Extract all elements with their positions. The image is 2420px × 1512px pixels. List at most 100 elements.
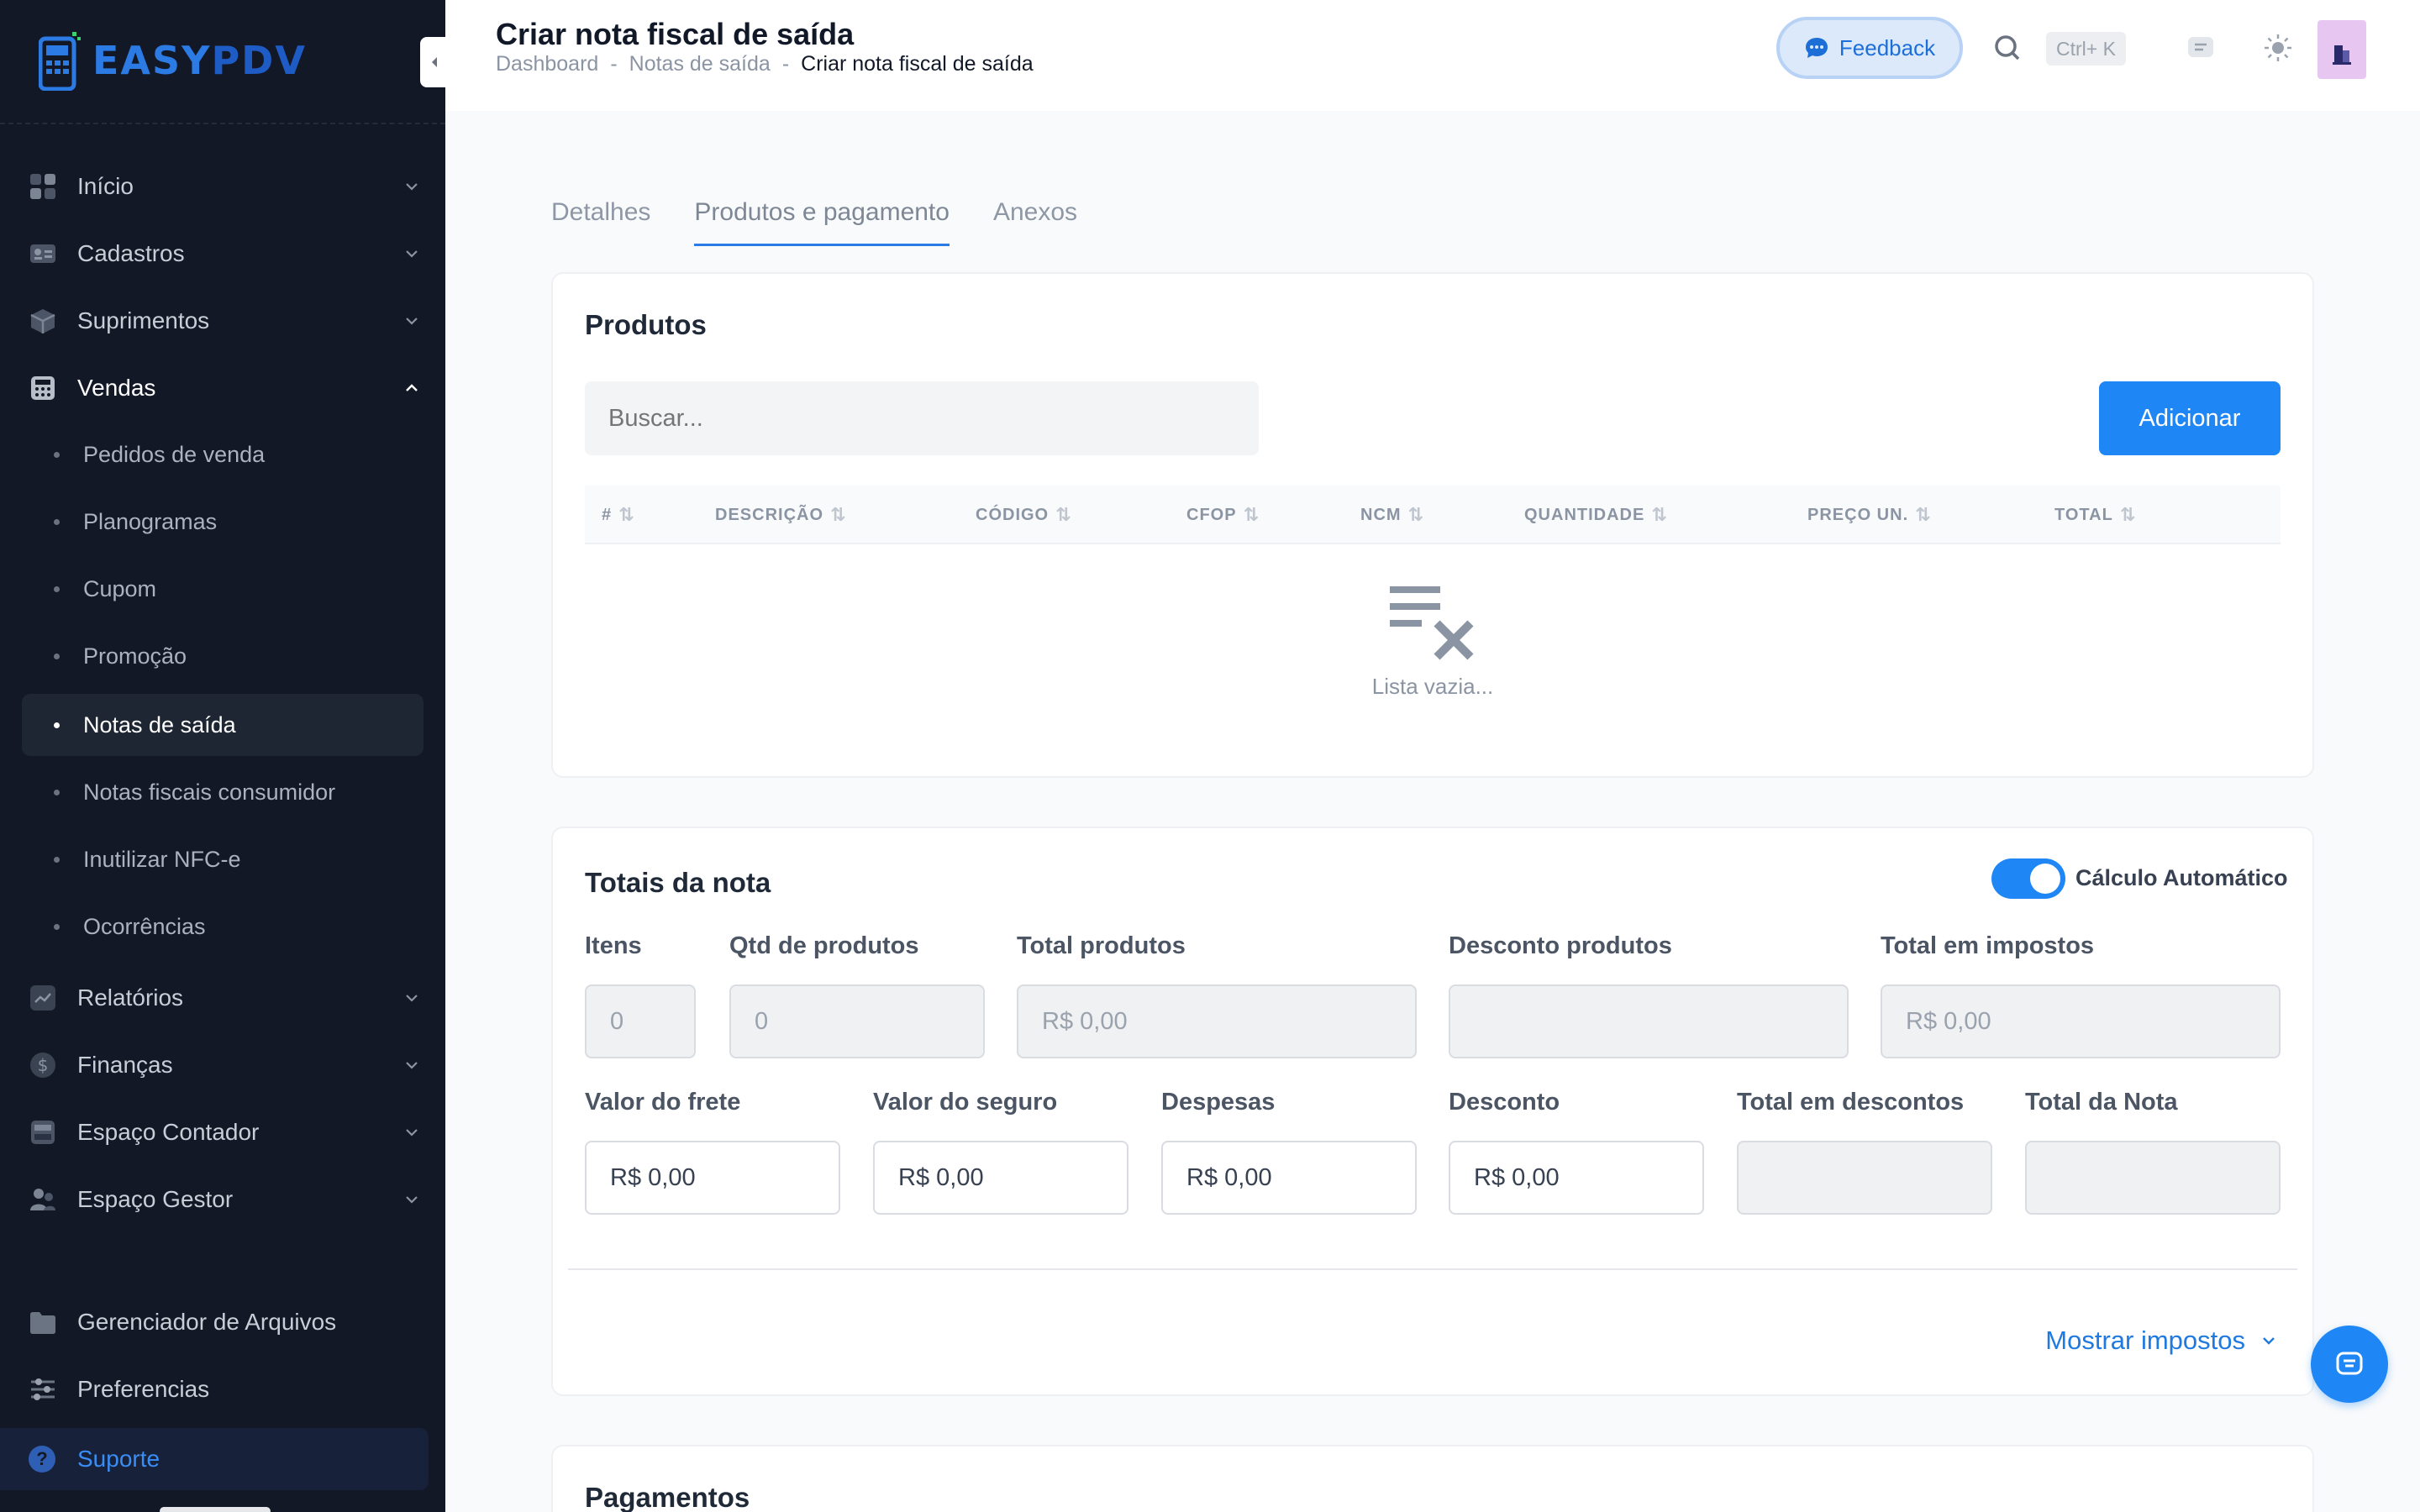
dollar-icon: $ (29, 1051, 57, 1079)
sidebar-subitem-notas-fiscais-consumidor[interactable]: Notas fiscais consumidor (22, 761, 424, 823)
column-header-total[interactable]: TOTAL ⇅ (2054, 504, 2136, 526)
totals-title: Totais da nota (585, 867, 771, 898)
field-label-valor-frete: Valor do frete (585, 1089, 741, 1116)
bullet-icon (54, 722, 60, 728)
sidebar-subitem-label: Notas de saída (83, 711, 236, 738)
column-header-label: DESCRIÇÃO (715, 505, 824, 524)
support-chat-button[interactable] (2311, 1326, 2388, 1403)
column-header-ncm[interactable]: NCM ⇅ (1360, 504, 1424, 526)
store-logo-icon (2333, 45, 2351, 65)
chevron-down-icon (406, 1129, 418, 1137)
column-header-preco-un[interactable]: PREÇO UN. ⇅ (1807, 504, 1932, 526)
sidebar-item-suporte[interactable]: ? Suporte (0, 1428, 429, 1490)
field-label-total-descontos: Total em descontos (1737, 1089, 1965, 1116)
chevron-down-icon (406, 1196, 418, 1204)
column-header-cfop[interactable]: CFOP ⇅ (1186, 504, 1260, 526)
sidebar-item-espaco-contador[interactable]: Espaço Contador (0, 1099, 445, 1166)
sort-icon: ⇅ (1651, 504, 1668, 525)
feedback-button[interactable]: Feedback (1776, 17, 1963, 79)
tab-detalhes[interactable]: Detalhes (551, 198, 650, 246)
bullet-icon (54, 451, 60, 458)
messages-icon[interactable] (2186, 34, 2215, 62)
sidebar-item-label: Gerenciador de Arquivos (77, 1309, 337, 1335)
pos-terminal-icon (39, 32, 81, 91)
auto-calc-toggle[interactable] (1991, 858, 2065, 899)
column-header-label: NCM (1360, 505, 1402, 524)
breadcrumb-separator: - (781, 52, 790, 76)
field-label-desconto-produtos: Desconto produtos (1449, 932, 1672, 959)
caret-left-icon (432, 57, 437, 67)
sidebar-item-label: Suprimentos (77, 307, 210, 333)
field-label-total-produtos: Total produtos (1017, 932, 1186, 959)
products-title: Produtos (585, 309, 707, 340)
valor-seguro-input[interactable]: R$ 0,00 (873, 1141, 1128, 1215)
sidebar-item-inicio[interactable]: Início (0, 153, 445, 220)
despesas-input[interactable]: R$ 0,00 (1161, 1141, 1417, 1215)
column-header-label: TOTAL (2054, 505, 2113, 524)
column-header-descricao[interactable]: DESCRIÇÃO ⇅ (715, 504, 846, 526)
tab-produtos-e-pagamento[interactable]: Produtos e pagamento (694, 198, 950, 246)
sidebar-subitem-pedidos-de-venda[interactable]: Pedidos de venda (22, 423, 424, 486)
chat-icon (2336, 1352, 2363, 1375)
payments-title: Pagamentos (585, 1482, 750, 1512)
calculator-icon (29, 374, 57, 402)
bullet-icon (54, 518, 60, 525)
desconto-produtos-field (1449, 984, 1849, 1058)
app-logo[interactable]: EASYPDV (39, 30, 307, 91)
sidebar-item-gerenciador-de-arquivos[interactable]: Gerenciador de Arquivos (0, 1289, 445, 1356)
top-header: Criar nota fiscal de saída Dashboard - N… (445, 0, 2420, 111)
theme-toggle-sun-icon[interactable] (2262, 32, 2294, 64)
show-taxes-toggle[interactable]: Mostrar impostos (2045, 1326, 2279, 1356)
sidebar-subitem-label: Notas fiscais consumidor (83, 779, 336, 805)
tab-anexos[interactable]: Anexos (993, 198, 1077, 246)
user-avatar[interactable] (2317, 20, 2366, 79)
sidebar-subitem-cupom[interactable]: Cupom (22, 558, 424, 620)
sliders-icon (29, 1375, 57, 1404)
sort-icon: ⇅ (1243, 504, 1260, 525)
box-icon (29, 307, 57, 335)
add-product-button[interactable]: Adicionar (2099, 381, 2281, 455)
column-header-codigo[interactable]: CÓDIGO ⇅ (976, 504, 1072, 526)
sidebar-item-espaco-gestor[interactable]: Espaço Gestor (0, 1166, 445, 1233)
total-produtos-field: R$ 0,00 (1017, 984, 1417, 1058)
column-header-label: PREÇO UN. (1807, 505, 1909, 524)
svg-text:$: $ (38, 1055, 49, 1075)
sidebar-subitem-planogramas[interactable]: Planogramas (22, 491, 424, 553)
sidebar-divider (0, 123, 445, 124)
empty-list-icon (1390, 586, 1474, 660)
sidebar-item-label: Espaço Contador (77, 1119, 260, 1145)
valor-frete-input[interactable]: R$ 0,00 (585, 1141, 840, 1215)
field-label-total-nota: Total da Nota (2025, 1089, 2178, 1116)
auto-calc-label: Cálculo Automático (2075, 865, 2288, 890)
column-header-index[interactable]: # ⇅ (602, 504, 635, 526)
chevron-down-icon (406, 318, 418, 325)
sidebar-item-label: Relatórios (77, 984, 184, 1011)
sidebar-item-preferencias[interactable]: Preferencias (0, 1356, 445, 1423)
feedback-label: Feedback (1839, 34, 1936, 60)
sidebar-item-suprimentos[interactable]: Suprimentos (0, 287, 445, 354)
breadcrumb-current: Criar nota fiscal de saída (801, 52, 1034, 76)
search-icon[interactable] (1993, 34, 2022, 62)
breadcrumb-dashboard[interactable]: Dashboard (496, 52, 598, 76)
sidebar-subitem-ocorrencias[interactable]: Ocorrências (22, 895, 424, 958)
help-icon: ? (29, 1446, 55, 1473)
sidebar-item-relatorios[interactable]: Relatórios (0, 964, 445, 1032)
itens-field: 0 (585, 984, 696, 1058)
sidebar-item-cadastros[interactable]: Cadastros (0, 220, 445, 287)
id-card-icon (29, 239, 57, 268)
sidebar-collapse-button[interactable] (420, 37, 449, 87)
chevron-down-icon (406, 1062, 418, 1069)
sidebar: EASYPDV Início Cadastros Suprimentos Ven… (0, 0, 445, 1512)
products-search-input[interactable] (585, 381, 1259, 455)
sidebar-subitem-notas-de-saida[interactable]: Notas de saída (22, 694, 424, 756)
sidebar-item-financas[interactable]: $ Finanças (0, 1032, 445, 1099)
column-header-quantidade[interactable]: QUANTIDADE ⇅ (1524, 504, 1668, 526)
logo-wordmark-right: PDV (211, 38, 307, 83)
breadcrumb-notas-de-saida[interactable]: Notas de saída (629, 52, 771, 76)
bullet-icon (54, 856, 60, 863)
sidebar-subitem-promocao[interactable]: Promoção (22, 625, 424, 687)
sidebar-subitem-inutilizar-nfce[interactable]: Inutilizar NFC-e (22, 828, 424, 890)
sidebar-item-vendas[interactable]: Vendas (0, 354, 445, 422)
column-header-label: CÓDIGO (976, 505, 1050, 524)
desconto-input[interactable]: R$ 0,00 (1449, 1141, 1704, 1215)
